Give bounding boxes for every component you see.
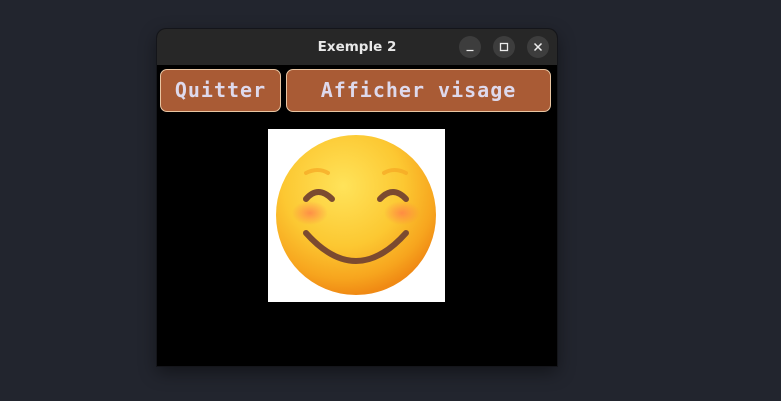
app-window: Exemple 2 Quitter Afficher visage xyxy=(157,29,557,366)
smiling-face-icon xyxy=(276,135,436,295)
maximize-button[interactable] xyxy=(493,36,515,58)
minimize-icon xyxy=(466,49,474,52)
maximize-icon xyxy=(499,42,509,52)
close-button[interactable] xyxy=(527,36,549,58)
title-bar[interactable]: Exemple 2 xyxy=(157,29,557,65)
show-face-button[interactable]: Afficher visage xyxy=(286,69,551,112)
window-content: Quitter Afficher visage xyxy=(157,65,557,366)
face-image xyxy=(268,129,445,302)
close-icon xyxy=(533,42,543,52)
quit-button[interactable]: Quitter xyxy=(160,69,281,112)
minimize-button[interactable] xyxy=(459,36,481,58)
